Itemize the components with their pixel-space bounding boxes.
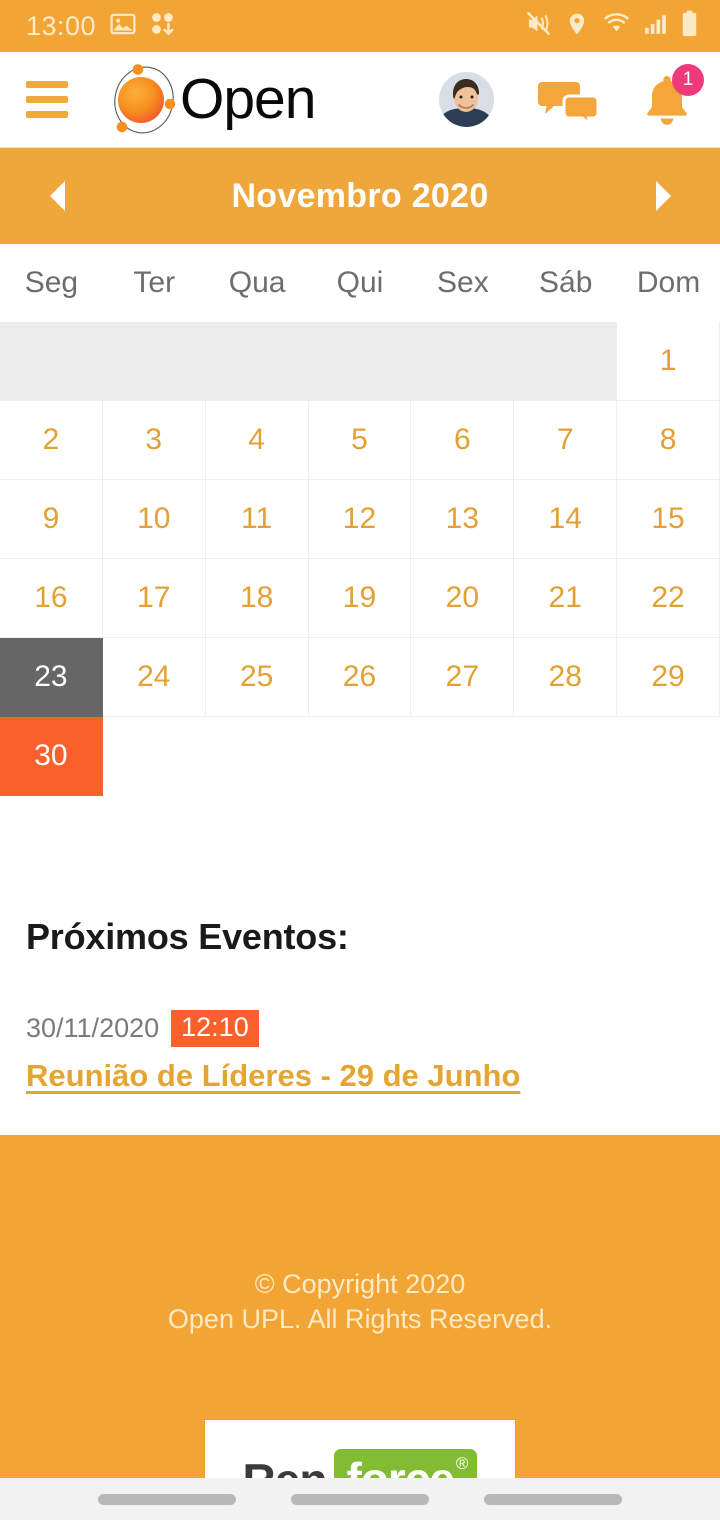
calendar-day-14[interactable]: 14 bbox=[514, 480, 618, 559]
upcoming-events-section: Próximos Eventos: 30/11/2020 12:10 Reunião… bbox=[0, 796, 720, 1135]
calendar-day-27[interactable]: 27 bbox=[411, 638, 515, 717]
chat-bubbles-icon[interactable] bbox=[538, 76, 600, 128]
calendar-day-4[interactable]: 4 bbox=[205, 401, 309, 480]
calendar-weekday-sex: Sex bbox=[437, 266, 489, 299]
hamburger-bar bbox=[26, 96, 68, 103]
prev-month-button[interactable] bbox=[40, 175, 74, 217]
calendar-empty-cell bbox=[411, 717, 515, 796]
app-header-actions: 1 bbox=[439, 63, 704, 128]
page-title: Próximos Eventos: bbox=[26, 916, 349, 957]
calendar-day-21[interactable]: 21 bbox=[514, 559, 618, 638]
calendar-day-12[interactable]: 12 bbox=[308, 480, 412, 559]
calendar-weekday-ter: Ter bbox=[133, 266, 176, 299]
next-month-button[interactable] bbox=[646, 175, 680, 217]
calendar-day-3[interactable]: 3 bbox=[102, 401, 206, 480]
notification-badge: 1 bbox=[672, 63, 704, 96]
event-title-link[interactable]: Reunião de Líderes - 29 de Junho bbox=[26, 1058, 520, 1094]
events-list: 30/11/2020 12:10 Reunião de Líderes - 29 d… bbox=[26, 1010, 694, 1094]
notification-bell-icon[interactable]: 1 bbox=[642, 63, 704, 128]
system-navigation-bar bbox=[0, 1478, 720, 1520]
calendar-empty-cell bbox=[205, 717, 309, 796]
event-meta: 30/11/2020 12:10 bbox=[26, 1010, 694, 1048]
calendar-weekday-sáb: Sáb bbox=[539, 266, 593, 299]
nav-pill-home[interactable] bbox=[290, 1493, 429, 1505]
calendar-day-13[interactable]: 13 bbox=[411, 480, 515, 559]
calendar-day-10[interactable]: 10 bbox=[102, 480, 206, 559]
copyright-line-1: © Copyright 2020 bbox=[254, 1269, 466, 1299]
calendar-month-navigation: Novembro 2020 bbox=[0, 148, 720, 244]
calendar-week-row: 23 24 25 26 27 28 29 bbox=[0, 638, 720, 717]
footer: © Copyright 2020 Open UPL. All Rights Re… bbox=[0, 1135, 720, 1520]
status-bar-right bbox=[525, 10, 698, 42]
calendar-empty-cell bbox=[514, 717, 618, 796]
cellular-signal-icon bbox=[644, 12, 668, 41]
calendar-empty-cell bbox=[102, 717, 206, 796]
calendar-day-18[interactable]: 18 bbox=[205, 559, 309, 638]
calendar-day-28[interactable]: 28 bbox=[514, 638, 618, 717]
status-bar-left: 13:00 bbox=[26, 11, 176, 42]
calendar-weekday-header: Seg Ter Qua Qui Sex Sáb Dom bbox=[0, 244, 720, 322]
calendar-day-29[interactable]: 29 bbox=[617, 638, 720, 717]
calendar-weeks: 1 2 3 4 5 6 7 8 9 10 11 12 13 14 15 16 17 18 19 20 21 22 23 24 2… bbox=[0, 322, 720, 796]
calendar-weekday-qua: Qua bbox=[228, 266, 286, 299]
avatar[interactable] bbox=[439, 72, 494, 127]
brand-name: Open bbox=[180, 67, 316, 131]
calendar-day-11[interactable]: 11 bbox=[205, 480, 309, 559]
calendar-weekday-seg: Seg bbox=[24, 266, 79, 299]
calendar-day-2[interactable]: 2 bbox=[0, 401, 103, 480]
brand-logo[interactable]: Open bbox=[106, 62, 316, 138]
copyright-line-2: Open UPL. All Rights Reserved. bbox=[167, 1303, 553, 1334]
calendar-weekday-qui: Qui bbox=[336, 266, 384, 299]
calendar-empty-cell bbox=[308, 717, 412, 796]
calendar-day-20[interactable]: 20 bbox=[411, 559, 515, 638]
calendar-empty-cell bbox=[617, 717, 720, 796]
calendar-day-6[interactable]: 6 bbox=[411, 401, 515, 480]
calendar-day-1[interactable]: 1 bbox=[617, 322, 720, 401]
calendar-week-row: 30 bbox=[0, 717, 720, 796]
nav-pill-recents[interactable] bbox=[97, 1493, 236, 1505]
calendar-day-17[interactable]: 17 bbox=[102, 559, 206, 638]
image-icon bbox=[110, 11, 136, 42]
calendar-day-16[interactable]: 16 bbox=[0, 559, 103, 638]
calendar-day-15[interactable]: 15 bbox=[617, 480, 720, 559]
calendar-day-30[interactable]: 30 bbox=[0, 717, 103, 796]
hamburger-bar bbox=[26, 111, 68, 118]
calendar-day-25[interactable]: 25 bbox=[205, 638, 309, 717]
calendar-week-row: 2345678 bbox=[0, 401, 720, 480]
status-time: 13:00 bbox=[26, 10, 97, 41]
calendar-day-19[interactable]: 19 bbox=[308, 559, 412, 638]
calendar-day-9[interactable]: 9 bbox=[0, 480, 103, 559]
calendar-week-row: 9 10 11 12 13 14 15 bbox=[0, 480, 720, 559]
calendar-day-23[interactable]: 23 bbox=[0, 638, 103, 717]
open-orbit-icon bbox=[106, 62, 182, 138]
calendar-day-5[interactable]: 5 bbox=[308, 401, 412, 480]
calendar-day-24[interactable]: 24 bbox=[102, 638, 206, 717]
phone-screen: 13:00 Open 1 Novembro 2020 Seg Ter Qua Q… bbox=[0, 0, 720, 1520]
calendar-weekday-dom: Dom bbox=[636, 266, 701, 299]
app-header: Open 1 bbox=[0, 52, 720, 148]
battery-icon bbox=[681, 10, 698, 42]
app-download-icon bbox=[150, 11, 176, 42]
event-date: 30/11/2020 bbox=[26, 1013, 160, 1044]
nav-pill-back[interactable] bbox=[484, 1493, 623, 1505]
calendar-month-title: Novembro 2020 bbox=[231, 176, 489, 215]
calendar-empty-cell bbox=[0, 322, 618, 401]
event-time-badge: 12:10 bbox=[171, 1010, 259, 1048]
hamburger-menu-icon[interactable] bbox=[20, 78, 74, 122]
registered-trademark-icon: ® bbox=[455, 1453, 468, 1473]
hamburger-bar bbox=[26, 81, 68, 88]
calendar-day-8[interactable]: 8 bbox=[617, 401, 720, 480]
event-item: 30/11/2020 12:10 Reunião de Líderes - 29 d… bbox=[26, 1010, 694, 1094]
calendar-week-row: 1 bbox=[0, 322, 720, 401]
calendar-week-row: 16 17 18 19 20 21 22 bbox=[0, 559, 720, 638]
calendar-day-22[interactable]: 22 bbox=[617, 559, 720, 638]
calendar-day-26[interactable]: 26 bbox=[308, 638, 412, 717]
calendar-day-7[interactable]: 7 bbox=[514, 401, 618, 480]
status-bar: 13:00 bbox=[0, 0, 720, 52]
wifi-icon bbox=[602, 11, 631, 42]
location-icon bbox=[565, 11, 589, 42]
mute-vibrate-icon bbox=[525, 10, 552, 42]
calendar-grid: Seg Ter Qua Qui Sex Sáb Dom 1 2 3 4 5 6 7 8 9 10 11 12 13 1… bbox=[0, 244, 720, 796]
